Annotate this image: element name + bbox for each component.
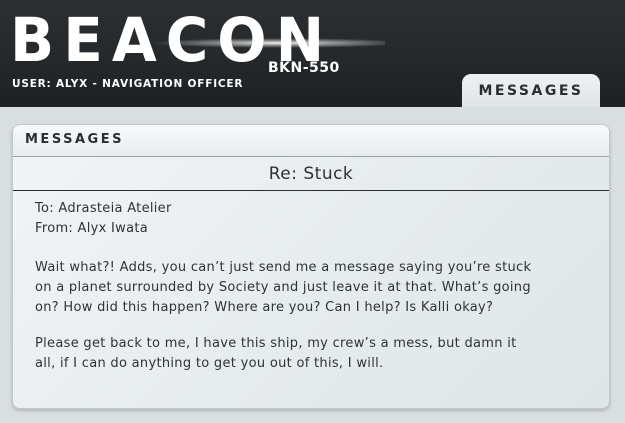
window-title-bar: MESSAGES: [13, 125, 609, 157]
message-paragraph-line: Please get back to me, I have this ship,…: [35, 336, 517, 351]
message-subject: Re: Stuck: [13, 157, 609, 191]
ship-id: BKN-550: [268, 60, 340, 76]
message-paragraph-line: all, if I can do anything to get you out…: [35, 356, 384, 371]
message-paragraph-line: on? How did this happen? Where are you? …: [35, 300, 494, 315]
message-from: From: Alyx Iwata: [35, 221, 149, 236]
message-body: To: Adrasteia Atelier From: Alyx Iwata W…: [35, 199, 595, 374]
logo-light-flare: [150, 38, 385, 48]
tab-messages[interactable]: MESSAGES: [462, 74, 600, 107]
message-paragraph-line: Wait what?! Adds, you can’t just send me…: [35, 260, 532, 275]
message-to: To: Adrasteia Atelier: [35, 201, 172, 216]
messages-window: MESSAGES Re: Stuck To: Adrasteia Atelier…: [12, 124, 610, 409]
window-title: MESSAGES: [25, 132, 124, 147]
user-info: USER: ALYX - NAVIGATION OFFICER: [12, 78, 244, 90]
header-bar: BEACON BKN-550 USER: ALYX - NAVIGATION O…: [0, 0, 625, 107]
message-paragraph-line: on a planet surrounded by Society and ju…: [35, 280, 531, 295]
